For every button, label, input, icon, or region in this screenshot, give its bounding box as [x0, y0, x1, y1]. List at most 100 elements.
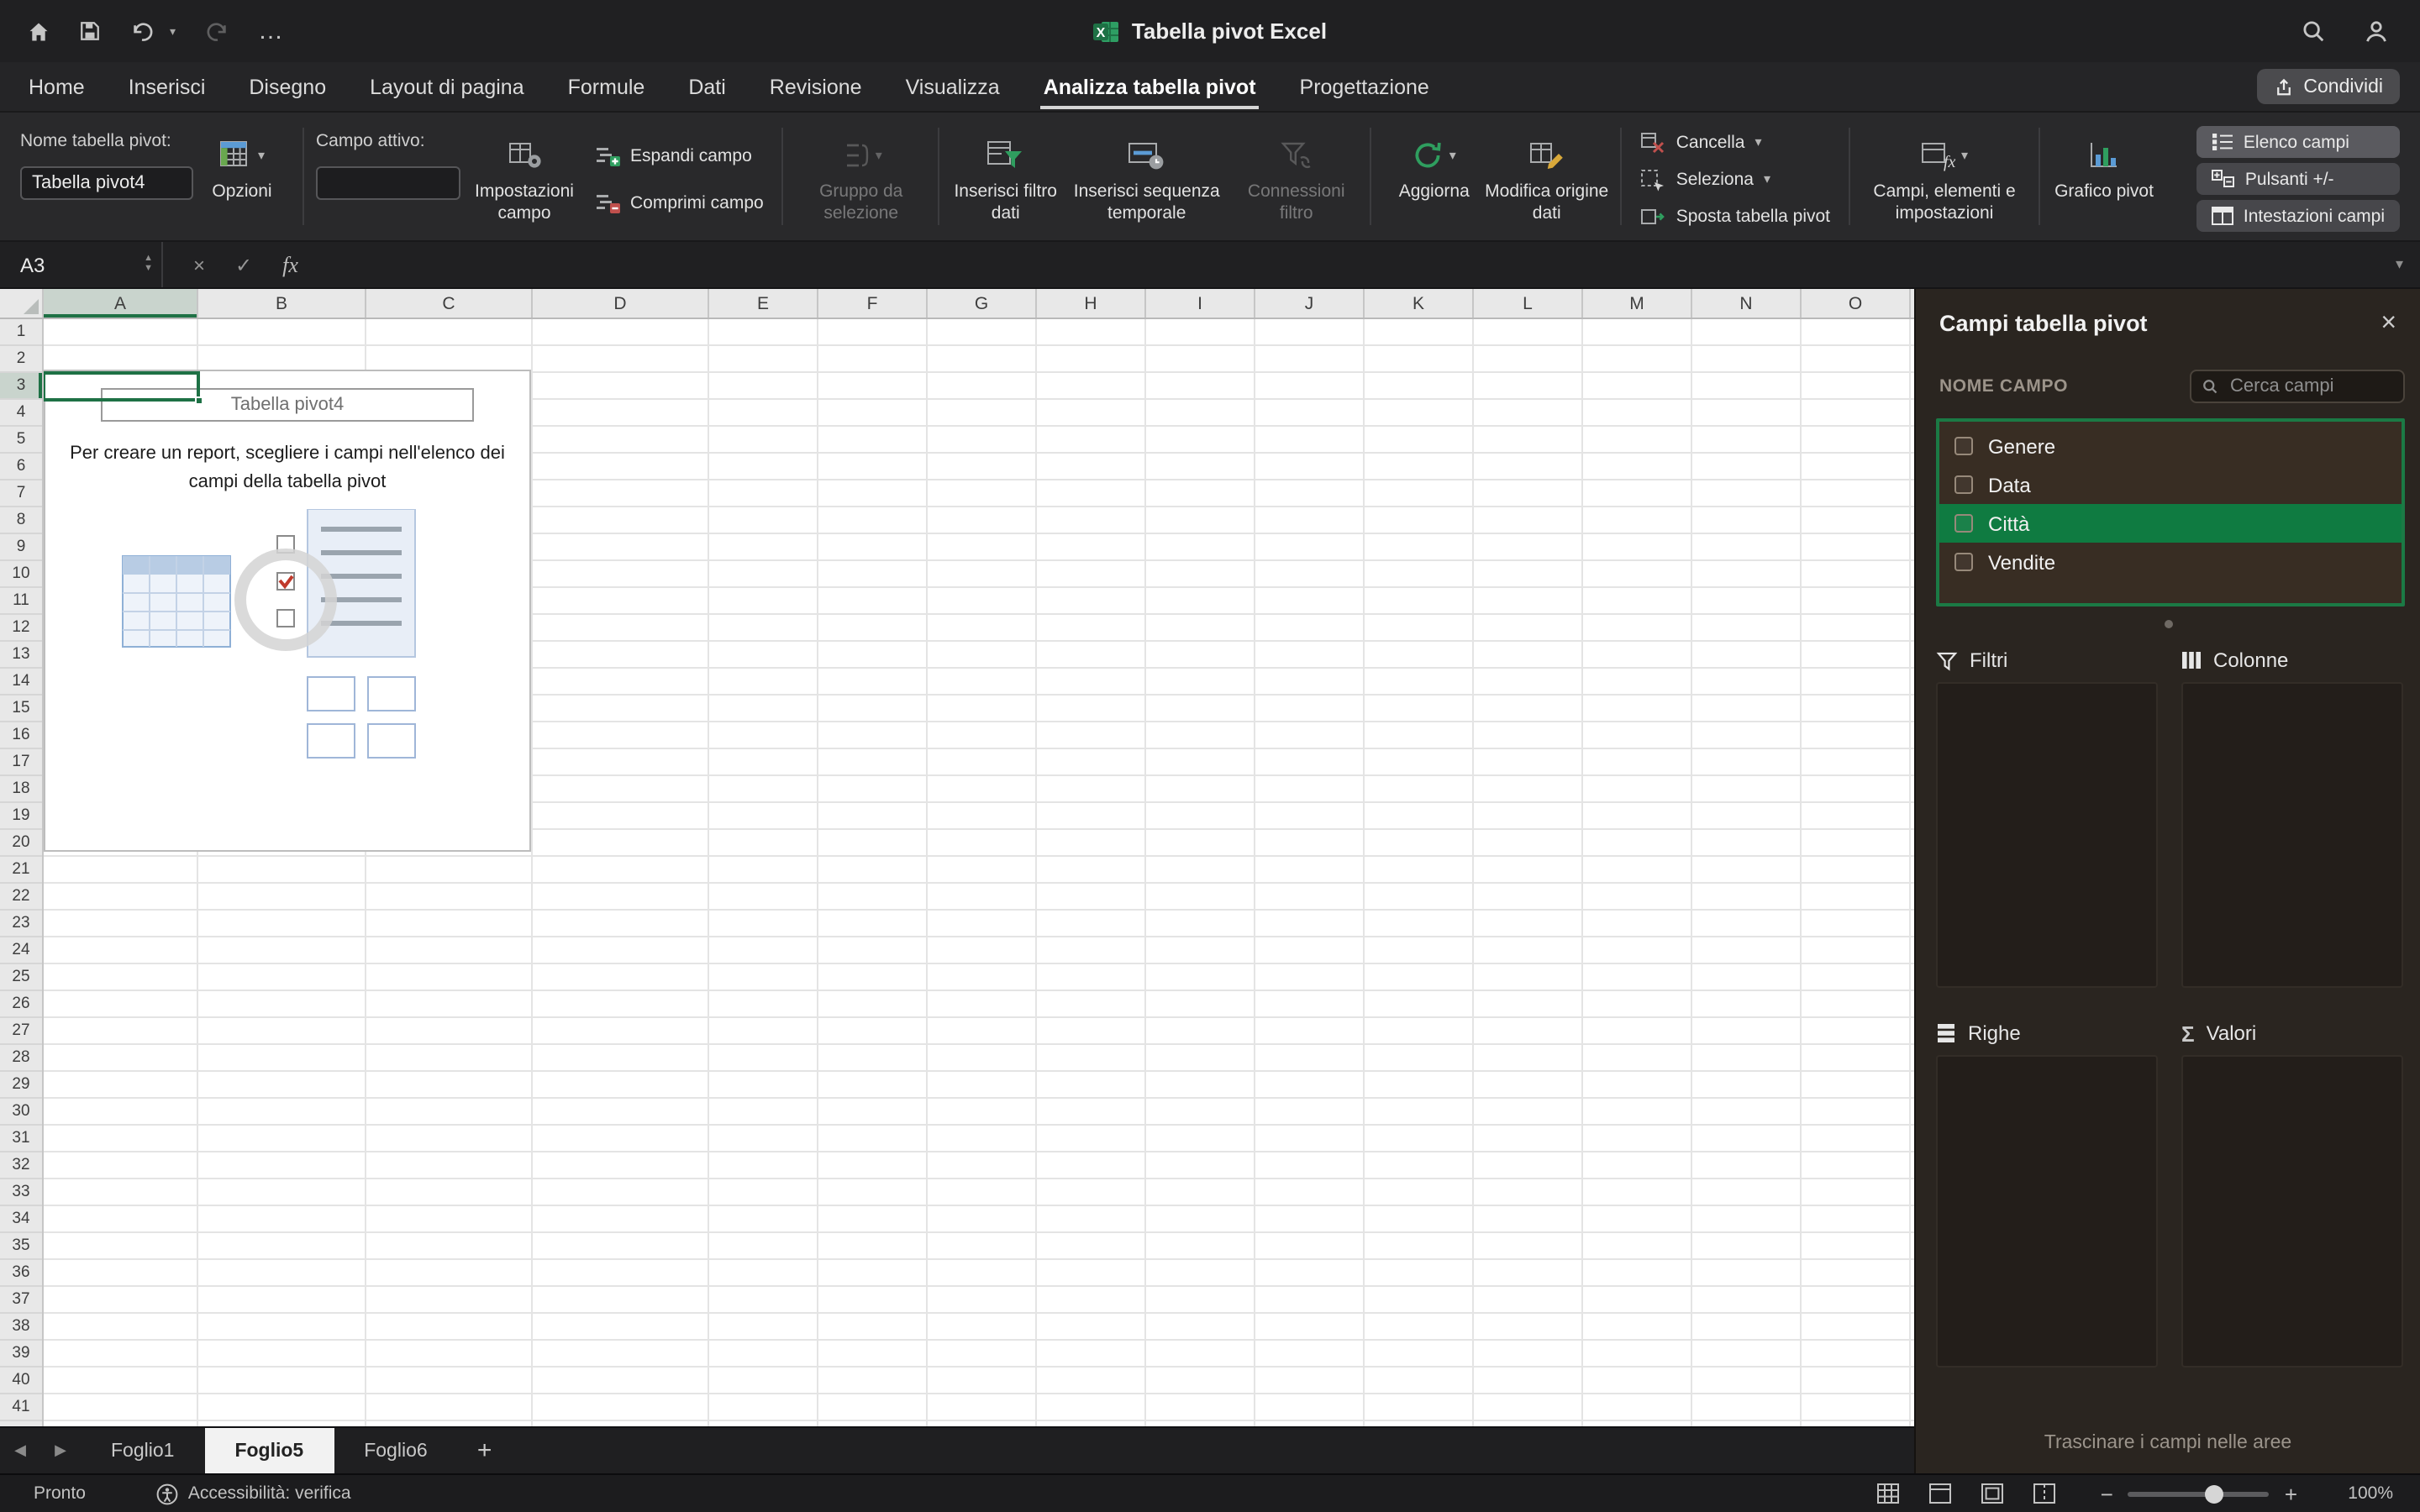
- ribbon-tab-dati[interactable]: Dati: [666, 62, 747, 111]
- column-header-g[interactable]: G: [928, 289, 1037, 318]
- panel-close-icon[interactable]: ×: [2381, 309, 2396, 336]
- row-header-8[interactable]: 8: [0, 507, 42, 534]
- sheet-nav-left-icon[interactable]: ◀: [0, 1428, 40, 1473]
- row-header-6[interactable]: 6: [0, 454, 42, 480]
- row-header-28[interactable]: 28: [0, 1045, 42, 1072]
- change-data-source-button[interactable]: Modifica origine dati: [1485, 113, 1609, 223]
- pivot-chart-button[interactable]: Grafico pivot: [2052, 113, 2156, 202]
- ribbon-tab-revisione[interactable]: Revisione: [748, 62, 884, 111]
- row-header-13[interactable]: 13: [0, 642, 42, 669]
- select-button[interactable]: Seleziona ▾: [1641, 165, 1830, 193]
- more-commands-icon[interactable]: …: [258, 18, 285, 43]
- save-icon[interactable]: [79, 20, 101, 42]
- row-header-15[interactable]: 15: [0, 696, 42, 722]
- sheet-tab-foglio6[interactable]: Foglio6: [334, 1428, 457, 1473]
- plus-minus-buttons-toggle[interactable]: Pulsanti +/-: [2196, 163, 2400, 195]
- field-item-città[interactable]: Città: [1939, 504, 2402, 543]
- row-header-24[interactable]: 24: [0, 937, 42, 964]
- rows-drop-zone[interactable]: [1936, 1055, 2158, 1368]
- formula-input[interactable]: [298, 242, 2396, 287]
- insert-timeline-button[interactable]: Inserisci sequenza temporale: [1060, 113, 1234, 223]
- row-header-16[interactable]: 16: [0, 722, 42, 749]
- sheet-tab-foglio1[interactable]: Foglio1: [81, 1428, 204, 1473]
- row-header-41[interactable]: 41: [0, 1394, 42, 1421]
- clear-button[interactable]: Cancella ▾: [1641, 128, 1830, 156]
- name-box[interactable]: A3 ▲ ▼: [0, 242, 163, 287]
- column-header-a[interactable]: A: [44, 289, 198, 318]
- row-header-12[interactable]: 12: [0, 615, 42, 642]
- ribbon-tab-formule[interactable]: Formule: [546, 62, 667, 111]
- column-header-n[interactable]: N: [1692, 289, 1802, 318]
- ribbon-tab-inserisci[interactable]: Inserisci: [107, 62, 228, 111]
- ribbon-tab-home[interactable]: Home: [7, 62, 107, 111]
- column-header-f[interactable]: F: [818, 289, 928, 318]
- column-header-k[interactable]: K: [1365, 289, 1474, 318]
- field-checkbox[interactable]: [1954, 437, 1973, 455]
- row-header-1[interactable]: 1: [0, 319, 42, 346]
- enter-check-icon[interactable]: ✓: [235, 253, 252, 276]
- field-checkbox[interactable]: [1954, 553, 1973, 571]
- row-header-36[interactable]: 36: [0, 1260, 42, 1287]
- row-header-33[interactable]: 33: [0, 1179, 42, 1206]
- row-header-19[interactable]: 19: [0, 803, 42, 830]
- zoom-in-icon[interactable]: +: [2270, 1481, 2312, 1506]
- ribbon-tab-progettazione[interactable]: Progettazione: [1278, 62, 1451, 111]
- column-header-d[interactable]: D: [533, 289, 709, 318]
- column-header-i[interactable]: I: [1146, 289, 1255, 318]
- field-search-input[interactable]: [2227, 375, 2393, 398]
- field-item-data[interactable]: Data: [1939, 465, 2402, 504]
- column-header-c[interactable]: C: [366, 289, 533, 318]
- zoom-out-icon[interactable]: −: [2086, 1481, 2128, 1506]
- row-header-14[interactable]: 14: [0, 669, 42, 696]
- row-header-34[interactable]: 34: [0, 1206, 42, 1233]
- panel-resize-handle[interactable]: [2164, 620, 2172, 628]
- row-header-35[interactable]: 35: [0, 1233, 42, 1260]
- refresh-button[interactable]: ▾ Aggiorna: [1384, 113, 1485, 202]
- zoom-slider[interactable]: [2128, 1484, 2270, 1503]
- column-header-e[interactable]: E: [709, 289, 818, 318]
- row-header-32[interactable]: 32: [0, 1152, 42, 1179]
- columns-drop-zone[interactable]: [2181, 682, 2403, 988]
- field-headers-toggle[interactable]: Intestazioni campi: [2196, 200, 2400, 232]
- page-layout-view-icon[interactable]: [1981, 1483, 2003, 1504]
- normal-view-icon[interactable]: [1928, 1483, 1951, 1504]
- zoom-slider-knob[interactable]: [2205, 1484, 2224, 1503]
- row-header-39[interactable]: 39: [0, 1341, 42, 1368]
- row-header-9[interactable]: 9: [0, 534, 42, 561]
- row-header-2[interactable]: 2: [0, 346, 42, 373]
- row-header-20[interactable]: 20: [0, 830, 42, 857]
- zoom-level[interactable]: 100%: [2312, 1483, 2393, 1504]
- row-header-4[interactable]: 4: [0, 400, 42, 427]
- row-header-23[interactable]: 23: [0, 911, 42, 937]
- pivot-name-input[interactable]: [20, 166, 193, 200]
- column-header-m[interactable]: M: [1583, 289, 1692, 318]
- expand-field-button[interactable]: Espandi campo: [595, 141, 764, 170]
- field-checkbox[interactable]: [1954, 514, 1973, 533]
- column-header-o[interactable]: O: [1802, 289, 1911, 318]
- column-header-b[interactable]: B: [198, 289, 366, 318]
- row-header-37[interactable]: 37: [0, 1287, 42, 1314]
- ribbon-tab-visualizza[interactable]: Visualizza: [884, 62, 1022, 111]
- name-box-down-icon[interactable]: ▼: [144, 265, 153, 274]
- column-header-h[interactable]: H: [1037, 289, 1146, 318]
- row-header-40[interactable]: 40: [0, 1368, 42, 1394]
- pivot-options-button[interactable]: ▾ Opzioni: [193, 113, 291, 202]
- row-header-10[interactable]: 10: [0, 561, 42, 588]
- undo-icon[interactable]: [129, 19, 155, 43]
- row-header-25[interactable]: 25: [0, 964, 42, 991]
- column-header-j[interactable]: J: [1255, 289, 1365, 318]
- row-header-21[interactable]: 21: [0, 857, 42, 884]
- field-item-vendite[interactable]: Vendite: [1939, 543, 2402, 581]
- collapse-field-button[interactable]: Comprimi campo: [595, 188, 764, 217]
- account-icon[interactable]: [2363, 18, 2390, 45]
- values-drop-zone[interactable]: [2181, 1055, 2403, 1368]
- active-field-input[interactable]: [316, 166, 460, 200]
- row-header-31[interactable]: 31: [0, 1126, 42, 1152]
- row-header-18[interactable]: 18: [0, 776, 42, 803]
- field-item-genere[interactable]: Genere: [1939, 427, 2402, 465]
- home-icon[interactable]: [27, 19, 50, 43]
- column-header-l[interactable]: L: [1474, 289, 1583, 318]
- row-header-38[interactable]: 38: [0, 1314, 42, 1341]
- formula-bar-expand-icon[interactable]: ▾: [2396, 255, 2420, 274]
- ribbon-tab-analizza-tabella-pivot[interactable]: Analizza tabella pivot: [1022, 62, 1278, 111]
